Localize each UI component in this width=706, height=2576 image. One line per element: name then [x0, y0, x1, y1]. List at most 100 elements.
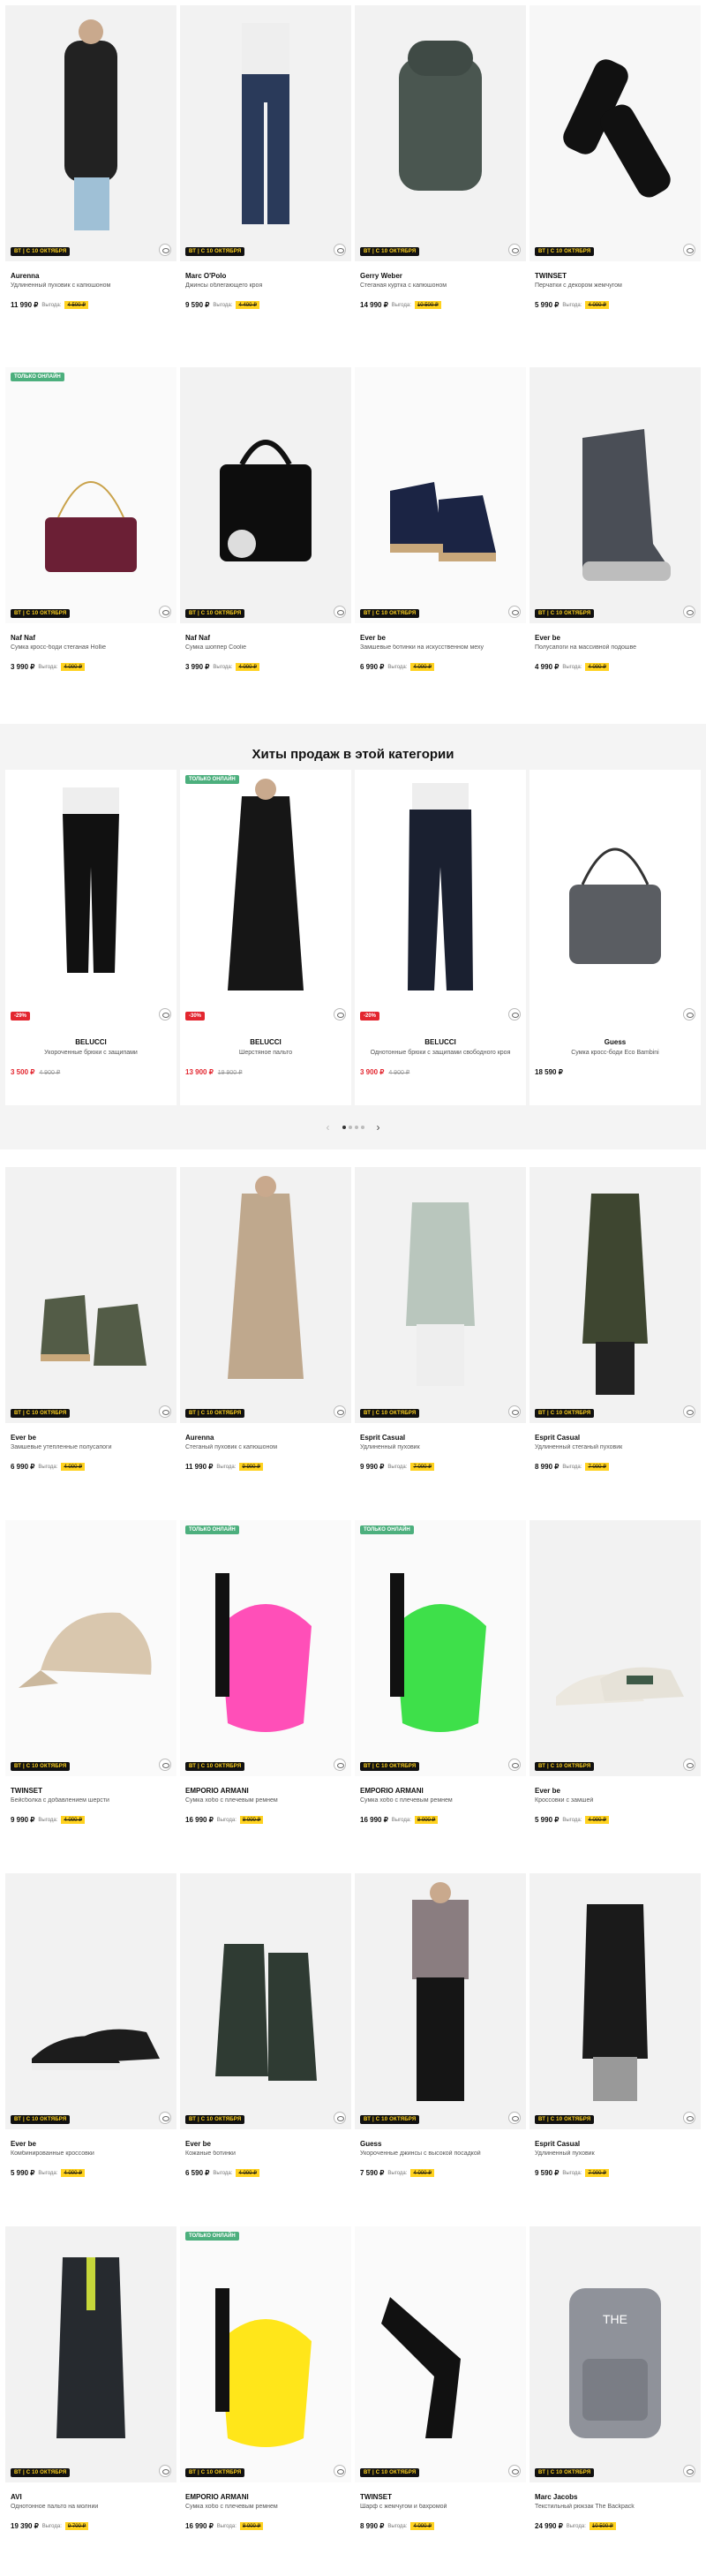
product-card[interactable]: ТОЛЬКО ОНЛАЙН ВТ | С 10 ОКТЯБРЯ EMPORIO AR…	[180, 2226, 351, 2557]
product-brand[interactable]: Esprit Casual	[535, 2140, 701, 2148]
product-brand[interactable]: EMPORIO ARMANI	[185, 1787, 351, 1795]
product-brand[interactable]: Ever be	[11, 1434, 176, 1442]
product-description[interactable]: Замшевые ботинки на искусственном меху	[360, 644, 526, 651]
quick-view-icon[interactable]	[159, 2112, 171, 2124]
product-card[interactable]: ВТ | С 10 ОКТЯБРЯ TWINSET Перчатки с декор…	[530, 5, 701, 336]
product-image[interactable]: THE ВТ | С 10 ОКТЯБРЯ	[530, 2226, 701, 2482]
product-description[interactable]: Удлиненный пуховик	[535, 2150, 701, 2157]
product-brand[interactable]: TWINSET	[11, 1787, 176, 1795]
product-card[interactable]: ВТ | С 10 ОКТЯБРЯ Naf Naf Сумка шоппер Coo…	[180, 367, 351, 698]
product-image[interactable]: ВТ | С 10 ОКТЯБРЯ	[530, 5, 701, 261]
quick-view-icon[interactable]	[683, 1759, 695, 1771]
bestseller-card[interactable]: -29% BELUCCI Укороченные брюки с защипами 3…	[5, 770, 176, 1105]
product-description[interactable]: Сумка кросс-боди стеганая Hollie	[11, 644, 176, 651]
product-description[interactable]: Сумка кросс-боди Eco Bambini	[530, 1050, 701, 1056]
product-brand[interactable]: Guess	[360, 2140, 526, 2148]
product-image[interactable]: ВТ | С 10 ОКТЯБРЯ	[355, 5, 526, 261]
quick-view-icon[interactable]	[508, 1759, 521, 1771]
product-description[interactable]: Шерстяное пальто	[180, 1050, 351, 1056]
quick-view-icon[interactable]	[683, 244, 695, 256]
product-image[interactable]: ВТ | С 10 ОКТЯБРЯ	[355, 2226, 526, 2482]
product-card[interactable]: ВТ | С 10 ОКТЯБРЯ AVI Однотонное пальто на…	[5, 2226, 176, 2557]
product-brand[interactable]: TWINSET	[360, 2493, 526, 2501]
bestseller-card[interactable]: -20% BELUCCI Однотонные брюки с защипами с…	[355, 770, 526, 1105]
product-card[interactable]: ВТ | С 10 ОКТЯБРЯ Esprit Casual Удлиненный…	[530, 1167, 701, 1498]
product-brand[interactable]: Ever be	[360, 634, 526, 642]
quick-view-icon[interactable]	[159, 606, 171, 618]
product-brand[interactable]: Ever be	[11, 2140, 176, 2148]
quick-view-icon[interactable]	[334, 1759, 346, 1771]
quick-view-icon[interactable]	[334, 2465, 346, 2477]
product-description[interactable]: Укороченные джинсы с высокой посадкой	[360, 2150, 526, 2157]
product-card[interactable]: ВТ | С 10 ОКТЯБРЯ Esprit Casual Удлиненный…	[530, 1873, 701, 2204]
product-image[interactable]: ВТ | С 10 ОКТЯБРЯ	[530, 1167, 701, 1423]
product-description[interactable]: Комбинированные кроссовки	[11, 2150, 176, 2157]
product-card[interactable]: ТОЛЬКО ОНЛАЙН ВТ | С 10 ОКТЯБРЯ EMPORIO AR…	[355, 1520, 526, 1851]
product-brand[interactable]: Naf Naf	[11, 634, 176, 642]
carousel-prev-icon[interactable]: ‹	[327, 1121, 330, 1134]
quick-view-icon[interactable]	[683, 606, 695, 618]
quick-view-icon[interactable]	[683, 1008, 695, 1021]
product-image[interactable]: ТОЛЬКО ОНЛАЙН -30%	[180, 770, 351, 1026]
product-image[interactable]: ВТ | С 10 ОКТЯБРЯ	[530, 1873, 701, 2129]
product-brand[interactable]: EMPORIO ARMANI	[185, 2493, 351, 2501]
product-image[interactable]: ТОЛЬКО ОНЛАЙН ВТ | С 10 ОКТЯБРЯ	[355, 1520, 526, 1776]
product-description[interactable]: Шарф с жемчугом и бахромой	[360, 2504, 526, 2510]
product-image[interactable]: ВТ | С 10 ОКТЯБРЯ	[355, 1873, 526, 2129]
quick-view-icon[interactable]	[508, 2112, 521, 2124]
product-image[interactable]: ВТ | С 10 ОКТЯБРЯ	[180, 1873, 351, 2129]
product-description[interactable]: Сумка хобо с плечевым ремнем	[360, 1797, 526, 1804]
product-description[interactable]: Кроссовки с замшей	[535, 1797, 701, 1804]
quick-view-icon[interactable]	[159, 1759, 171, 1771]
product-card[interactable]: ВТ | С 10 ОКТЯБРЯ Ever be Полусапоги на ма…	[530, 367, 701, 698]
product-card[interactable]: ВТ | С 10 ОКТЯБРЯ Aurenna Стеганый пуховик…	[180, 1167, 351, 1498]
product-brand[interactable]: Aurenna	[185, 1434, 351, 1442]
product-image[interactable]: ТОЛЬКО ОНЛАЙН ВТ | С 10 ОКТЯБРЯ	[180, 2226, 351, 2482]
product-image[interactable]: -20%	[355, 770, 526, 1026]
product-description[interactable]: Сумка хобо с плечевым ремнем	[185, 2504, 351, 2510]
product-image[interactable]: ВТ | С 10 ОКТЯБРЯ	[5, 1167, 176, 1423]
quick-view-icon[interactable]	[159, 1405, 171, 1418]
quick-view-icon[interactable]	[683, 1405, 695, 1418]
product-image[interactable]: ВТ | С 10 ОКТЯБРЯ	[5, 1520, 176, 1776]
product-image[interactable]: ВТ | С 10 ОКТЯБРЯ	[5, 1873, 176, 2129]
product-image[interactable]: ВТ | С 10 ОКТЯБРЯ	[355, 1167, 526, 1423]
bestseller-card[interactable]: Guess Сумка кросс-боди Eco Bambini 18 590 …	[530, 770, 701, 1105]
carousel-dot[interactable]	[342, 1126, 346, 1129]
product-brand[interactable]: AVI	[11, 2493, 176, 2501]
quick-view-icon[interactable]	[508, 606, 521, 618]
product-description[interactable]: Текстильный рюкзак The Backpack	[535, 2504, 701, 2510]
product-image[interactable]: ВТ | С 10 ОКТЯБРЯ	[530, 1520, 701, 1776]
product-image[interactable]: ТОЛЬКО ОНЛАЙН ВТ | С 10 ОКТЯБРЯ	[5, 367, 176, 623]
product-description[interactable]: Замшевые утепленные полусапоги	[11, 1444, 176, 1450]
product-card[interactable]: ВТ | С 10 ОКТЯБРЯ Ever be Кожаные ботинки 6…	[180, 1873, 351, 2204]
product-card[interactable]: ТОЛЬКО ОНЛАЙН ВТ | С 10 ОКТЯБРЯ Naf Naf Сум…	[5, 367, 176, 698]
product-description[interactable]: Полусапоги на массивной подошве	[535, 644, 701, 651]
product-image[interactable]: ВТ | С 10 ОКТЯБРЯ	[355, 367, 526, 623]
product-brand[interactable]: EMPORIO ARMANI	[360, 1787, 526, 1795]
product-description[interactable]: Удлиненный пуховик с капюшоном	[11, 282, 176, 289]
quick-view-icon[interactable]	[508, 2465, 521, 2477]
quick-view-icon[interactable]	[508, 1405, 521, 1418]
product-brand[interactable]: Ever be	[535, 634, 701, 642]
product-description[interactable]: Перчатки с декором жемчугом	[535, 282, 701, 289]
quick-view-icon[interactable]	[159, 2465, 171, 2477]
product-description[interactable]: Сумка шоппер Coolie	[185, 644, 351, 651]
product-description[interactable]: Однотонные брюки с защипами свободного к…	[355, 1050, 526, 1056]
bestseller-card[interactable]: ТОЛЬКО ОНЛАЙН -30% BELUCCI Шерстяное пальто…	[180, 770, 351, 1105]
product-brand[interactable]: BELUCCI	[5, 1038, 176, 1046]
quick-view-icon[interactable]	[334, 1405, 346, 1418]
product-card[interactable]: ВТ | С 10 ОКТЯБРЯ Guess Укороченные джинсы…	[355, 1873, 526, 2204]
product-brand[interactable]: Naf Naf	[185, 634, 351, 642]
product-description[interactable]: Джинсы облегающего кроя	[185, 282, 351, 289]
product-brand[interactable]: Ever be	[185, 2140, 351, 2148]
product-brand[interactable]: Ever be	[535, 1787, 701, 1795]
quick-view-icon[interactable]	[508, 244, 521, 256]
quick-view-icon[interactable]	[159, 244, 171, 256]
carousel-dot[interactable]	[354, 1126, 358, 1129]
product-card[interactable]: ВТ | С 10 ОКТЯБРЯ Marc O'Polo Джинсы облег…	[180, 5, 351, 336]
quick-view-icon[interactable]	[334, 244, 346, 256]
product-card[interactable]: ВТ | С 10 ОКТЯБРЯ Ever be Замшевые ботинки…	[355, 367, 526, 698]
product-image[interactable]	[530, 770, 701, 1026]
quick-view-icon[interactable]	[159, 1008, 171, 1021]
